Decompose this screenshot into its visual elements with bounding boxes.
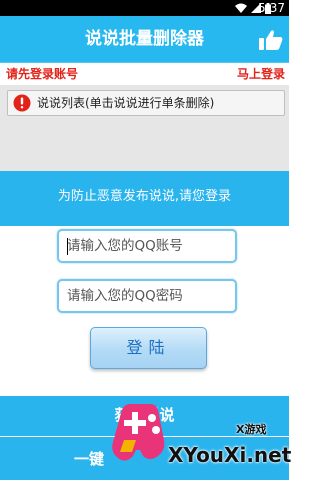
text-caret [67, 238, 68, 255]
login-button[interactable]: 登陆 [90, 327, 207, 369]
list-header: 说说列表(单击说说进行单条删除) [7, 90, 285, 116]
list-label: 说说列表(单击说说进行单条删除) [37, 96, 215, 110]
wifi-icon [235, 3, 247, 13]
qq-password-input[interactable] [67, 282, 227, 310]
one-click-label: 一键 [74, 450, 105, 468]
qq-password-field[interactable] [57, 279, 237, 313]
gamepad-logo-icon [112, 404, 165, 461]
login-prompt: 为防止恶意发布说说,请您登录 [57, 189, 232, 204]
status-bar: 5:37 [0, 0, 289, 16]
status-time: 5:37 [258, 1, 285, 15]
title-bar: 说说批量删除器 [0, 16, 289, 64]
warning-icon [13, 94, 31, 112]
login-now-link[interactable]: 马上登录 [237, 66, 285, 82]
list-area: 说说列表(单击说说进行单条删除) [0, 85, 289, 171]
login-hint: 请先登录账号 [6, 67, 79, 81]
thumbs-up-icon[interactable] [258, 28, 284, 52]
account-row: 请先登录账号 马上登录 [0, 63, 289, 85]
app-title: 说说批量删除器 [85, 29, 204, 49]
watermark-site-text: XYouXi.net [168, 443, 292, 467]
qq-account-field[interactable] [57, 229, 237, 263]
watermark-small-text: X游戏 [236, 423, 267, 436]
qq-account-input[interactable] [67, 232, 227, 260]
